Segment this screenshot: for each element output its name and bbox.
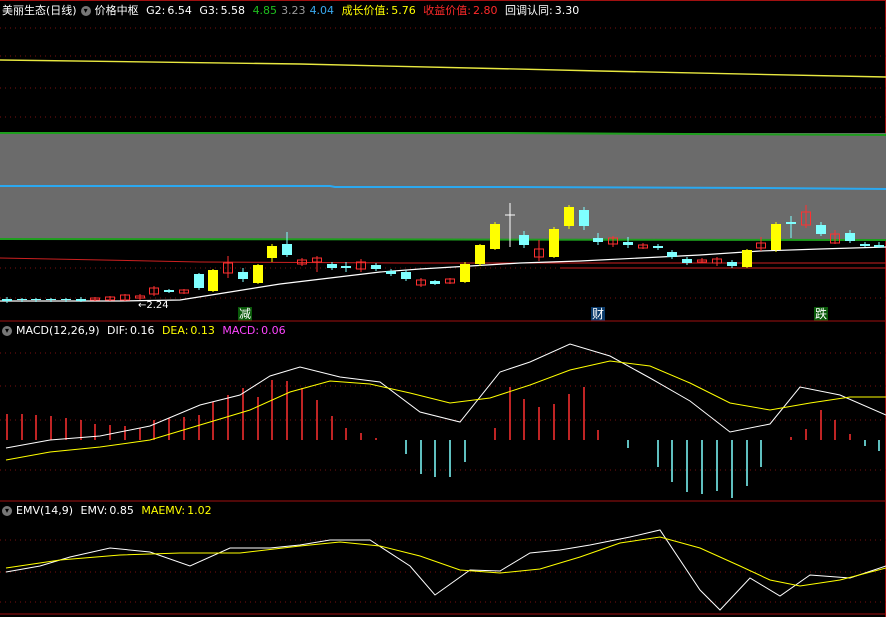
candlestick[interactable] [105, 296, 115, 301]
candle-body [371, 265, 381, 269]
candlestick[interactable] [682, 257, 692, 265]
candlestick[interactable] [445, 278, 455, 284]
candlestick[interactable] [90, 297, 100, 301]
candlestick[interactable] [712, 257, 722, 266]
candlestick[interactable] [727, 260, 737, 268]
candlestick[interactable] [267, 244, 277, 262]
candlestick[interactable] [356, 259, 366, 272]
candlestick[interactable] [416, 278, 426, 287]
candlestick[interactable] [149, 286, 159, 296]
candle-body [401, 272, 411, 279]
candlestick[interactable] [564, 205, 574, 229]
candlestick[interactable] [223, 256, 233, 278]
candlestick[interactable] [460, 262, 470, 283]
candlestick[interactable] [312, 256, 322, 272]
emv-line [5, 529, 886, 611]
candlestick[interactable] [697, 258, 707, 263]
candle-body [771, 224, 781, 250]
candle-body [579, 210, 589, 226]
kline-chart[interactable] [0, 0, 886, 617]
candle-body [845, 233, 855, 241]
candle-body [727, 262, 737, 266]
candlestick[interactable] [371, 263, 381, 271]
candlestick[interactable] [208, 269, 218, 292]
candle-body [564, 207, 574, 226]
candlestick[interactable] [164, 289, 174, 293]
candle-body [653, 246, 663, 248]
candlestick[interactable] [771, 222, 781, 252]
grid-lines [0, 27, 886, 603]
candle-body [341, 266, 351, 268]
candlestick[interactable] [341, 262, 351, 272]
candlestick[interactable] [194, 273, 204, 290]
candlestick[interactable] [475, 244, 485, 266]
candle-body [76, 299, 86, 301]
candle-body [238, 272, 248, 279]
candlestick[interactable] [179, 289, 189, 294]
candlestick[interactable] [490, 222, 500, 250]
candlestick[interactable] [327, 262, 337, 270]
candlestick[interactable] [386, 269, 396, 276]
income-value-line [0, 257, 886, 264]
candle-body [430, 281, 440, 284]
candle-body [667, 252, 677, 257]
candlestick[interactable] [667, 250, 677, 259]
candle-body [874, 245, 884, 247]
candle-body [194, 274, 204, 288]
candle-body [682, 259, 692, 263]
candlestick[interactable] [860, 242, 870, 247]
candle-body [208, 270, 218, 291]
candle-body [519, 235, 529, 245]
candle-body [2, 299, 12, 301]
candle-body [253, 265, 263, 283]
candle-body [61, 299, 71, 300]
candle-body [490, 224, 500, 249]
moving-average-line [0, 246, 886, 302]
candle-body [164, 290, 174, 292]
candle-body [386, 271, 396, 274]
candle-body [593, 238, 603, 242]
candle-body [623, 242, 633, 245]
candlestick[interactable] [549, 227, 559, 258]
candlestick[interactable] [534, 240, 544, 261]
macd-histogram [6, 380, 880, 498]
candlestick[interactable] [742, 249, 752, 268]
candle-body [31, 299, 41, 300]
candle-body [327, 264, 337, 268]
candle-body [46, 299, 56, 300]
candle-body [475, 245, 485, 264]
candlestick[interactable] [653, 244, 663, 250]
candlestick[interactable] [638, 243, 648, 249]
candlestick[interactable] [238, 268, 248, 282]
candle-body [786, 222, 796, 224]
candle-body [742, 250, 752, 267]
candle-body [267, 246, 277, 258]
candle-body [282, 244, 292, 255]
candle-body [460, 264, 470, 282]
candlestick[interactable] [401, 270, 411, 281]
dif-line [5, 343, 886, 449]
candlestick[interactable] [608, 236, 618, 247]
candlestick[interactable] [253, 264, 263, 284]
band-bottom-line [0, 238, 886, 241]
candle-body [17, 299, 27, 300]
candlestick[interactable] [120, 294, 130, 301]
dea-line [5, 360, 886, 461]
candlestick[interactable] [430, 280, 440, 285]
candlestick[interactable] [135, 294, 145, 300]
candle-body [860, 244, 870, 246]
maemv-line [5, 536, 886, 587]
growth-value-line [0, 59, 886, 78]
candle-body [816, 225, 826, 234]
candle-body [549, 229, 559, 257]
